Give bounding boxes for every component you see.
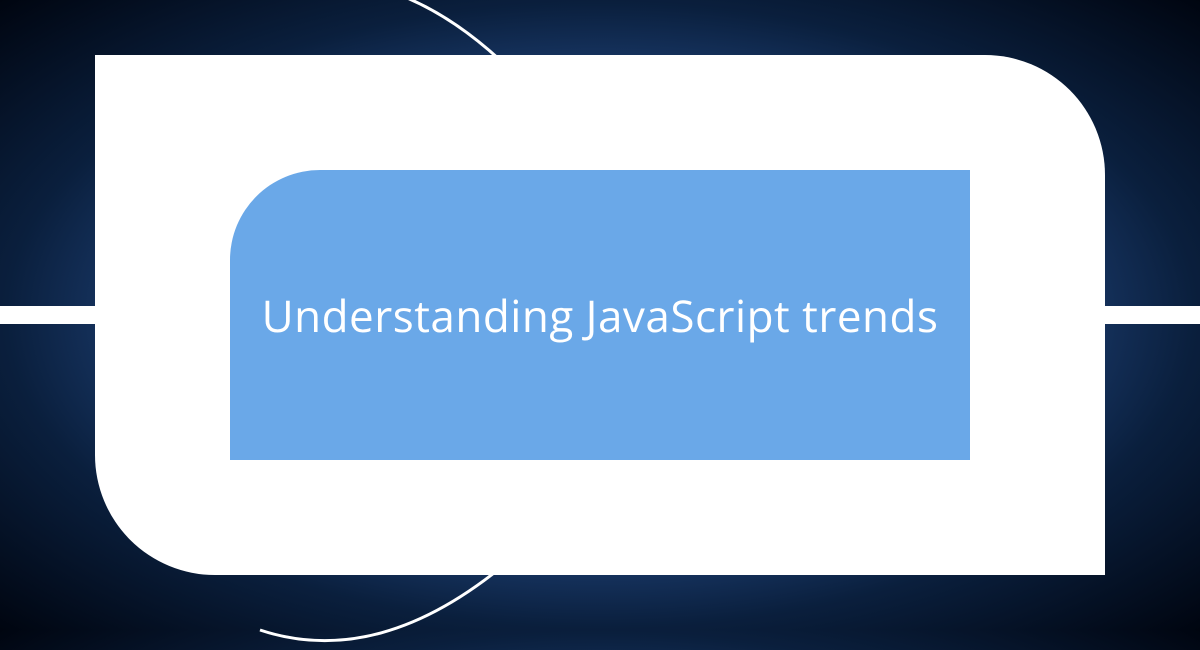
page-title: Understanding JavaScript trends	[262, 285, 939, 345]
inner-panel: Understanding JavaScript trends	[230, 170, 970, 460]
outer-frame: Understanding JavaScript trends	[95, 55, 1105, 575]
